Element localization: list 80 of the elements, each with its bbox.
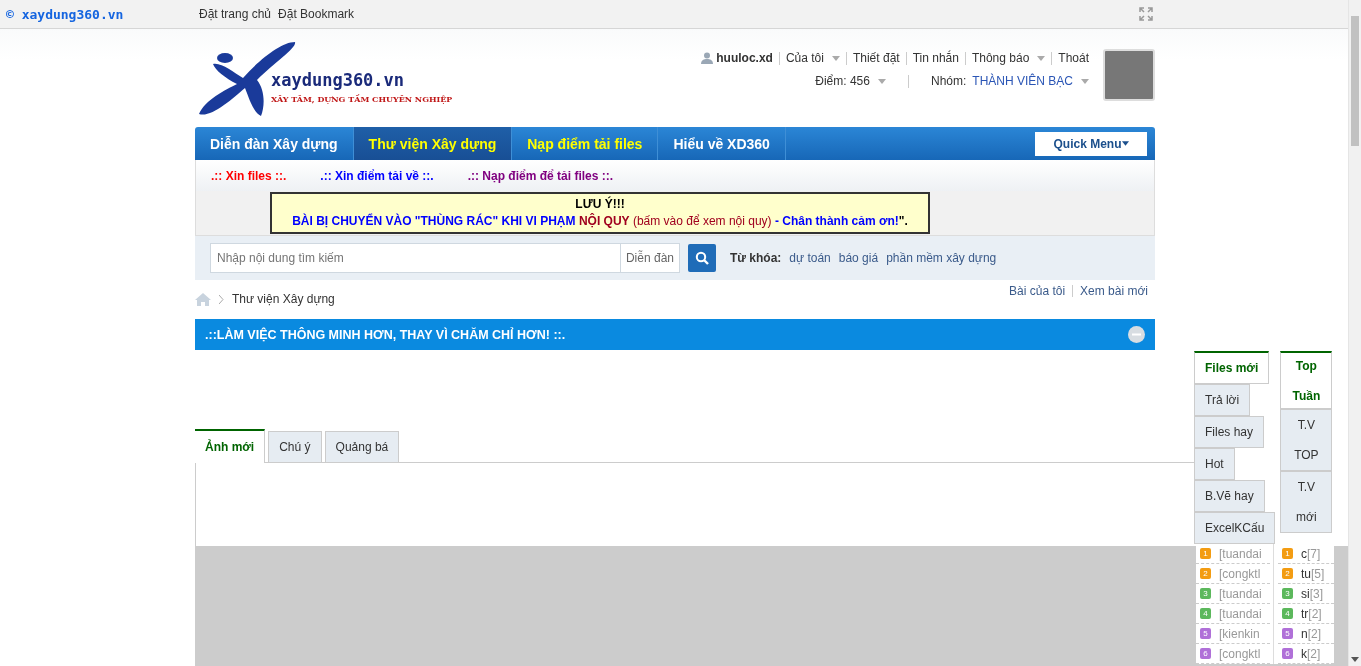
user-menu-link[interactable]: Thiết đặt <box>845 51 906 65</box>
rank-badge: 6 <box>1200 648 1211 659</box>
panel-tab[interactable]: Ảnh mới <box>195 429 266 463</box>
search-scope-select[interactable]: Diễn đàn <box>619 244 679 272</box>
rank-badge: 5 <box>1282 628 1293 639</box>
keywords-label: Từ khóa: <box>730 251 782 265</box>
post-count: [2] <box>1308 606 1322 621</box>
notice-text[interactable]: BÀI BỊ CHUYỂN VÀO "THÙNG RÁC" KHI VI PHẠM NỘI QUY (bấm vào để xem nội quy) - Chân thành cảm ơn!". <box>272 213 928 230</box>
site-brand-link[interactable]: © xaydung360.vn <box>6 6 199 22</box>
post-count: [2] <box>1307 626 1322 641</box>
caret-icon <box>831 55 840 61</box>
post-count: [3] <box>1309 586 1323 601</box>
rank-badge: 2 <box>1200 568 1211 579</box>
member-name[interactable]: tu <box>1301 566 1311 581</box>
keyword-link[interactable]: dự toán <box>789 251 831 265</box>
group-link[interactable]: THÀNH VIÊN BẠC <box>972 75 1095 88</box>
rank-badge: 6 <box>1282 648 1293 659</box>
notice-title: LƯU Ý!!! <box>574 196 626 213</box>
logo-tagline: XÂY TÂM, DỰNG TẦM CHUYÊN NGHIỆP <box>271 94 453 104</box>
avatar-photo-placeholder[interactable] <box>1103 49 1155 101</box>
post-link[interactable]: Bài của tôi <box>1002 285 1073 297</box>
group-label: Nhóm: <box>929 75 968 88</box>
rank-badge: 3 <box>1200 588 1211 599</box>
scroll-down-icon[interactable] <box>1351 657 1359 662</box>
search-button[interactable] <box>688 244 716 272</box>
user-menu-link[interactable]: Thông báo <box>964 51 1052 65</box>
quick-menu-button[interactable]: Quick Menu <box>1035 131 1147 156</box>
side-tab[interactable]: ExcelKCấu <box>1194 512 1276 544</box>
member-name[interactable]: si <box>1301 586 1310 601</box>
rank-badge: 1 <box>1282 548 1293 559</box>
nav-tab[interactable]: Thư viện Xây dựng <box>353 127 513 160</box>
collapse-icon[interactable] <box>1128 326 1145 343</box>
user-menu-link[interactable]: Thoát <box>1051 51 1095 65</box>
top-link[interactable]: Đặt Bookmark <box>278 7 355 21</box>
search-field[interactable]: Nhập nội dung tìm kiếm Diễn đàn <box>210 243 680 273</box>
keyword-link[interactable]: phần mềm xây dựng <box>886 251 997 265</box>
member-name[interactable]: k <box>1301 646 1307 661</box>
side-tab[interactable]: B.Vẽ hay <box>1194 480 1265 512</box>
scrollbar-thumb[interactable] <box>1351 16 1359 146</box>
chevron-icon <box>219 294 224 304</box>
caret-icon <box>1081 79 1089 84</box>
side-tab[interactable]: Top Tuần <box>1280 351 1333 409</box>
quick-link[interactable]: .:: Xin files ::. <box>211 168 287 183</box>
breadcrumb-link[interactable]: Thư viện Xây dựng <box>232 292 335 306</box>
post-link[interactable]: Xem bài mới <box>1072 285 1155 297</box>
keyword-link[interactable]: báo giá <box>838 251 879 265</box>
logo-wordmark: xaydung360.vn <box>271 70 405 90</box>
post-count: [5] <box>1311 566 1325 581</box>
rank-badge: 1 <box>1200 548 1211 559</box>
member-name[interactable]: n <box>1301 626 1308 641</box>
user-menu-link[interactable]: Của tôi <box>778 51 846 65</box>
caret-icon <box>1121 141 1129 146</box>
side-tab[interactable]: Files mới <box>1194 351 1270 384</box>
user-icon <box>701 52 714 64</box>
caret-icon <box>1037 55 1046 61</box>
rank-badge: 2 <box>1282 568 1293 579</box>
rank-badge: 5 <box>1200 628 1211 639</box>
post-count: [2] <box>1307 646 1321 661</box>
quick-link[interactable]: .:: Xin điểm tải về ::. <box>320 168 434 183</box>
side-tab[interactable]: Hot <box>1194 448 1235 480</box>
post-count: [7] <box>1307 546 1321 561</box>
username-link[interactable]: huuloc.xd <box>701 51 779 65</box>
side-tab[interactable]: Files hay <box>1194 416 1265 448</box>
rank-badge: 3 <box>1282 588 1293 599</box>
side-tab[interactable]: T.V TOP <box>1280 409 1333 471</box>
user-menu-link[interactable]: Tin nhắn <box>905 51 965 65</box>
caret-icon <box>877 79 886 84</box>
member-name[interactable]: c <box>1301 546 1307 561</box>
side-tab[interactable]: Trả lời <box>1194 384 1251 416</box>
member-name[interactable]: tr <box>1301 606 1309 621</box>
panel-tab[interactable]: Chú ý <box>268 431 322 462</box>
quick-link[interactable]: .:: Nạp điểm để tải files ::. <box>467 168 614 183</box>
fullscreen-icon[interactable] <box>1139 7 1153 21</box>
points-link[interactable]: Điểm: 456 <box>809 75 892 88</box>
panel-tab[interactable]: Quảng bá <box>324 431 400 462</box>
search-icon <box>695 251 709 265</box>
rank-badge: 4 <box>1282 608 1293 619</box>
top-link[interactable]: Đặt trang chủ <box>199 7 272 21</box>
rank-badge: 4 <box>1200 608 1211 619</box>
panel-title: .::LÀM VIỆC THÔNG MINH HƠN, THAY VÌ CHĂM CHỈ HƠN! ::. <box>205 327 566 342</box>
